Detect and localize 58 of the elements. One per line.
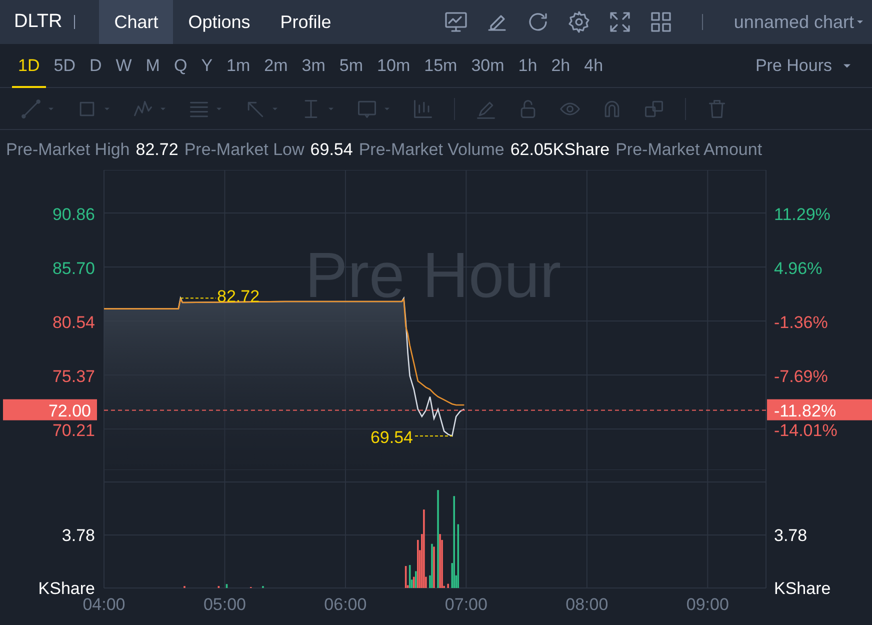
stat-label: Pre-Market Volume: [358, 139, 504, 162]
axis-label: -1.36%: [774, 312, 828, 332]
period-tab[interactable]: 2h: [545, 44, 576, 88]
period-tab[interactable]: 2m: [258, 44, 294, 88]
period-tab[interactable]: 3m: [296, 44, 332, 88]
period-tab[interactable]: 10m: [371, 44, 416, 88]
unit-label: KShare: [38, 579, 95, 598]
chart-tab[interactable]: Chart: [99, 0, 174, 44]
period-tab[interactable]: 15m: [418, 44, 464, 88]
period-tab[interactable]: 1h: [512, 44, 544, 88]
axis-label: -14.01%: [774, 421, 838, 440]
time-label: 09:00: [686, 595, 729, 614]
ref-line-label: 72.00: [48, 401, 91, 420]
stat-label: Pre-Market Amount: [616, 139, 762, 162]
axis-label: 3.78: [774, 526, 808, 546]
chart-tab[interactable]: Profile: [265, 0, 346, 44]
change-tag: -11.82%: [767, 399, 872, 420]
period-tab[interactable]: D: [83, 44, 108, 88]
fullscreen-icon[interactable]: [608, 10, 632, 34]
time-label: 07:00: [444, 595, 488, 614]
period-tab[interactable]: 5m: [333, 44, 370, 88]
volume-bar: [226, 584, 228, 588]
axis-label: 3.78: [62, 526, 95, 546]
stat-value: 82.72: [136, 139, 178, 162]
stat-value: 69.54: [310, 139, 353, 162]
stat-label: Pre-Market High: [6, 139, 130, 162]
time-label: 04:00: [82, 595, 126, 614]
last-price-tag: 72.00: [3, 399, 97, 420]
time-label: 08:00: [566, 595, 608, 614]
axis-label: 85.70: [52, 258, 95, 278]
axis-label: 80.54: [52, 312, 95, 332]
stat-value: 62.05KShare: [510, 139, 610, 162]
axis-label: -7.69%: [774, 367, 828, 386]
session-dropdown[interactable]: Pre Hours: [755, 52, 854, 78]
period-tab[interactable]: Q: [168, 44, 194, 88]
period-tab[interactable]: 4h: [578, 44, 610, 88]
period-tab[interactable]: Y: [195, 44, 219, 88]
axis-label: 75.37: [52, 367, 95, 386]
period-tab[interactable]: M: [140, 44, 166, 88]
axis-label: 4.96%: [774, 258, 822, 278]
period-tab[interactable]: 5D: [48, 44, 82, 88]
period-tab[interactable]: 1D: [12, 44, 46, 88]
period-tab[interactable]: 1m: [220, 44, 256, 88]
axis-label: 11.29%: [774, 205, 830, 224]
period-tab[interactable]: W: [110, 44, 138, 88]
chart-monitor-icon[interactable]: [444, 10, 468, 34]
settings-icon[interactable]: [566, 10, 591, 34]
time-label: 06:00: [324, 595, 367, 614]
axis-label: 70.21: [52, 421, 95, 440]
axis-label: 90.86: [52, 205, 95, 224]
layout-dropdown[interactable]: unnamed chart: [720, 8, 872, 36]
symbol-label: DLTR: [13, 10, 64, 34]
unit-label: KShare: [774, 579, 831, 598]
time-label: 05:00: [203, 595, 246, 614]
grid-icon[interactable]: [648, 10, 673, 34]
stat-label: Pre-Market Low: [184, 139, 304, 162]
chart-tab[interactable]: Options: [173, 0, 266, 44]
period-tab[interactable]: 30m: [465, 44, 510, 88]
